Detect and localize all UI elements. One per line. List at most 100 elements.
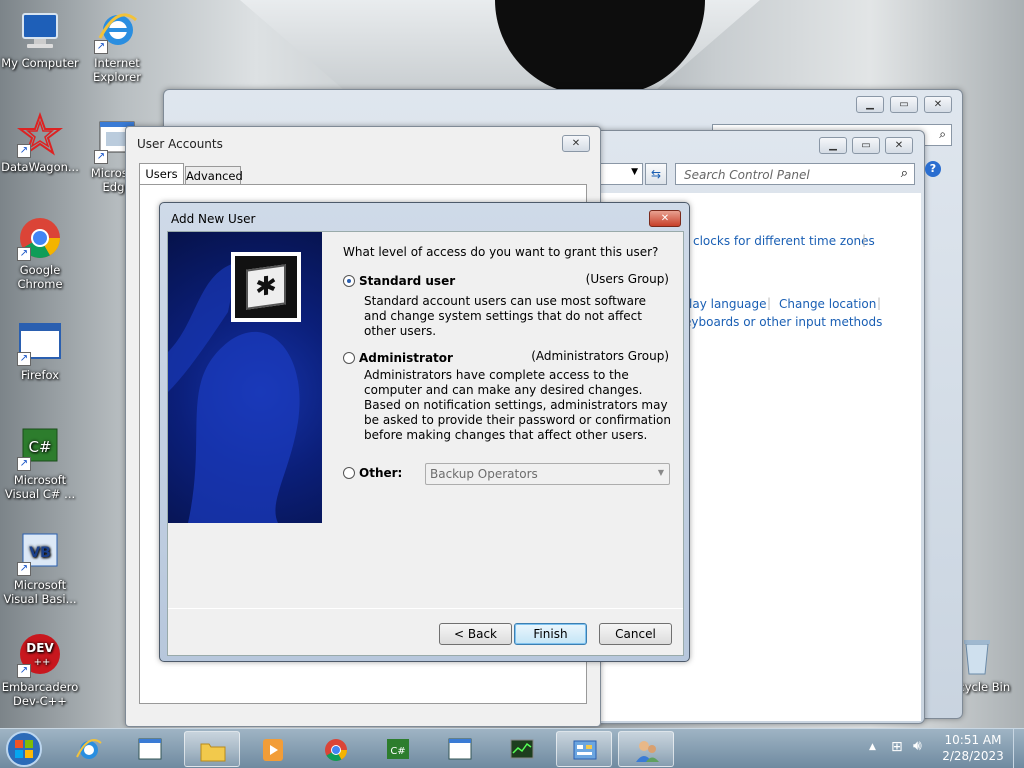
search-placeholder: Search Control Panel	[684, 168, 810, 182]
close-button[interactable]: ✕	[924, 96, 952, 113]
taskbar: C# ▲ ⊞ 🔊︎ 10:51 AM 2/28/2023	[0, 728, 1024, 768]
other-group-value: Backup Operators	[430, 467, 538, 481]
option-standard-user-group: (Users Group)	[585, 272, 669, 286]
taskbar-control-panel[interactable]	[556, 731, 612, 767]
link-keyboards-input-methods[interactable]: eyboards or other input methods	[684, 315, 882, 329]
desktop-icon-google-chrome[interactable]: ↗ Google Chrome	[0, 215, 80, 291]
refresh-button[interactable]: ⇆	[645, 163, 667, 185]
start-button[interactable]	[4, 729, 46, 768]
folder-icon	[200, 743, 226, 762]
dialog-body: ✱ What level of access do you want to gr…	[167, 231, 684, 656]
option-other-label[interactable]: Other:	[359, 466, 402, 480]
desktop-icon-devcpp[interactable]: DEV ++ ↗ Embarcadero Dev-C++	[0, 632, 80, 708]
desktop-icon-visual-basic[interactable]: VB ↗ Microsoft Visual Basi...	[0, 530, 80, 606]
access-question: What level of access do you want to gran…	[343, 245, 659, 259]
option-standard-user-desc: Standard account users can use most soft…	[364, 294, 647, 338]
help-icon[interactable]: ?	[925, 161, 941, 177]
network-icon[interactable]: ⊞	[891, 739, 903, 755]
add-new-user-dialog[interactable]: Add New User ✕ ✱ What level of access do…	[159, 202, 690, 662]
volume-icon[interactable]: 🔊︎	[913, 738, 922, 754]
shortcut-arrow-icon: ↗	[94, 40, 108, 54]
option-standard-user-label[interactable]: Standard user	[359, 274, 455, 288]
taskbar-chrome[interactable]	[308, 731, 364, 767]
radio-other[interactable]	[343, 467, 355, 479]
option-administrator-label[interactable]: Administrator	[359, 351, 453, 365]
desktop-icon-label: Embarcadero Dev-C++	[1, 680, 79, 708]
tray-show-hidden-icon[interactable]: ▲	[869, 742, 876, 752]
taskbar-app-window[interactable]	[122, 731, 178, 767]
search-icon: ⌕	[939, 127, 946, 141]
shortcut-arrow-icon: ↗	[94, 150, 108, 164]
taskbar-media-player[interactable]	[245, 731, 301, 767]
link-clocks-time-zones[interactable]: clocks for different time zones	[693, 234, 875, 248]
option-administrator-group: (Administrators Group)	[531, 349, 669, 363]
link-separator: |	[877, 296, 882, 310]
maximize-button[interactable]: ▭	[852, 137, 880, 154]
close-button[interactable]: ✕	[562, 135, 590, 152]
option-administrator-desc: Administrators have complete access to t…	[364, 368, 672, 442]
clock-date[interactable]: 2/28/2023	[938, 749, 1008, 763]
radio-administrator[interactable]	[343, 352, 355, 364]
desktop-icon-internet-explorer[interactable]: ↗ Internet Explorer	[77, 8, 157, 84]
control-panel-icon	[573, 740, 597, 760]
minimize-button[interactable]: ▁	[856, 96, 884, 113]
maximize-button[interactable]: ▭	[890, 96, 918, 113]
wizard-banner-image: ✱	[168, 232, 322, 523]
clock-time[interactable]: 10:51 AM	[938, 733, 1008, 747]
desktop-icon-label: Microsoft Visual C# ...	[4, 473, 76, 501]
other-group-select[interactable]: Backup Operators ▼	[425, 463, 670, 485]
chevron-down-icon: ▼	[631, 167, 638, 177]
taskbar-file-explorer[interactable]	[184, 731, 240, 767]
media-player-icon	[263, 739, 283, 761]
search-icon: ⌕	[900, 166, 908, 181]
cancel-button[interactable]: Cancel	[599, 623, 672, 645]
back-button[interactable]: < Back	[439, 623, 512, 645]
dialog-separator	[168, 608, 683, 609]
desktop-icon-my-computer[interactable]: My Computer	[0, 8, 80, 70]
wizard-users-icon: ✱	[231, 252, 301, 322]
close-button[interactable]: ✕	[649, 210, 681, 227]
users-icon	[636, 741, 659, 762]
shortcut-arrow-icon: ↗	[17, 247, 31, 261]
shortcut-arrow-icon: ↗	[17, 352, 31, 366]
radio-standard-user[interactable]	[343, 275, 355, 287]
link-separator: |	[767, 296, 772, 310]
svg-text:C#: C#	[28, 438, 51, 456]
minimize-button[interactable]: ▁	[819, 137, 847, 154]
shortcut-arrow-icon: ↗	[17, 144, 31, 158]
shortcut-arrow-icon: ↗	[17, 457, 31, 471]
csharp-icon: C#	[387, 739, 409, 759]
computer-icon	[22, 13, 58, 48]
taskbar-ie[interactable]	[61, 731, 117, 767]
desktop-icon-label: Firefox	[20, 368, 60, 382]
desktop-icon-label: Internet Explorer	[93, 56, 141, 84]
taskbar-task-manager[interactable]	[494, 731, 550, 767]
chrome-icon	[325, 739, 347, 761]
show-desktop-button[interactable]	[1013, 729, 1024, 768]
taskbar-app-window-2[interactable]	[432, 731, 488, 767]
window-app-icon	[138, 738, 162, 760]
tab-users[interactable]: Users	[139, 163, 184, 185]
desktop-icon-label: Microsoft Visual Basi...	[3, 578, 77, 606]
desktop-icon-label: DataWagon...	[1, 160, 79, 174]
svg-text:++: ++	[34, 657, 51, 668]
chevron-down-icon: ▼	[657, 468, 664, 477]
link-display-language[interactable]: lay language	[689, 297, 766, 311]
taskbar-user-accounts[interactable]	[618, 731, 674, 767]
shortcut-arrow-icon: ↗	[17, 664, 31, 678]
link-change-location[interactable]: Change location	[779, 297, 876, 311]
svg-text:DEV: DEV	[26, 641, 54, 655]
tab-advanced[interactable]: Advanced	[185, 166, 243, 185]
search-control-panel[interactable]: Search Control Panel ⌕	[675, 163, 915, 185]
window-app-icon	[448, 738, 472, 760]
desktop-icon-visual-csharp[interactable]: C# ↗ Microsoft Visual C# ...	[0, 425, 80, 501]
svg-text:VB: VB	[29, 545, 51, 561]
taskbar-visual-csharp[interactable]: C#	[370, 731, 426, 767]
close-button[interactable]: ✕	[885, 137, 913, 154]
task-manager-icon	[510, 739, 534, 759]
desktop-icon-firefox[interactable]: ↗ Firefox	[0, 320, 80, 382]
desktop-icon-datawagon[interactable]: ↗ DataWagon...	[0, 112, 80, 174]
shortcut-arrow-icon: ↗	[17, 562, 31, 576]
user-accounts-title: User Accounts	[137, 137, 223, 151]
finish-button[interactable]: Finish	[514, 623, 587, 645]
